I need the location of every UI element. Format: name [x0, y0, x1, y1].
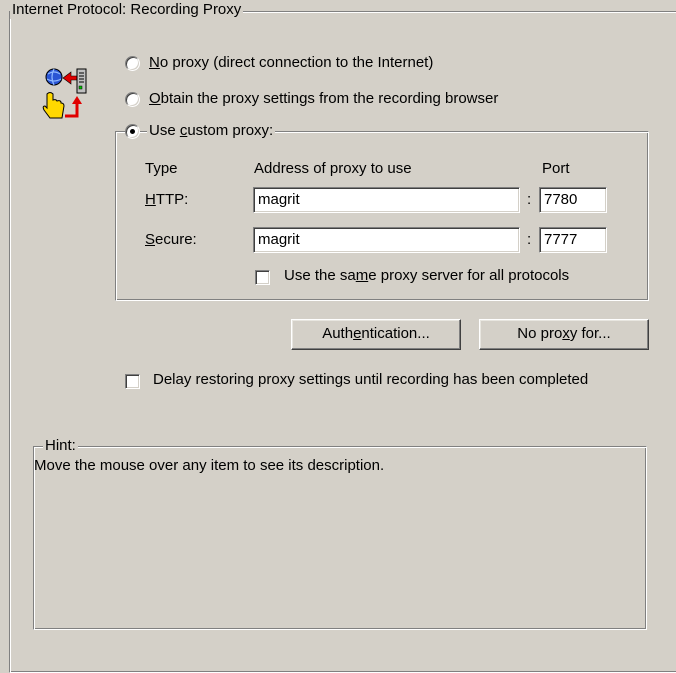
secure-address-input[interactable]: magrit — [253, 227, 520, 253]
custom-proxy-label-suffix: ustom proxy: — [187, 122, 274, 139]
http-label: HTTP: — [145, 191, 188, 209]
secure-port-separator: : — [527, 231, 532, 248]
no-proxy-radio[interactable] — [125, 56, 140, 71]
no-proxy-label[interactable]: No proxy (direct connection to the Inter… — [149, 54, 433, 72]
delay-restore-checkbox[interactable] — [125, 374, 140, 389]
no-proxy-for-button-prefix: No pro — [517, 325, 563, 342]
no-proxy-for-button-suffix: y for... — [569, 325, 611, 342]
secure-label: Secure: — [145, 231, 197, 249]
delay-restore-label[interactable]: Delay restoring proxy settings until rec… — [153, 371, 588, 389]
custom-proxy-label-prefix: Use — [149, 122, 180, 139]
secure-label-suffix: ecure: — [155, 231, 197, 248]
no-proxy-for-button[interactable]: No proxy for... — [479, 319, 649, 350]
obtain-proxy-label-suffix: btain the proxy settings from the record… — [160, 90, 499, 107]
http-label-suffix: TTP: — [155, 191, 189, 208]
custom-proxy-label[interactable]: Use custom proxy: — [147, 122, 276, 140]
custom-proxy-radio-dot — [130, 129, 135, 134]
http-port-input[interactable]: 7780 — [539, 187, 607, 213]
no-proxy-label-suffix: o proxy (direct connection to the Intern… — [159, 54, 434, 71]
port-column-header: Port — [542, 160, 570, 177]
obtain-proxy-label-key: O — [149, 90, 161, 107]
same-proxy-label[interactable]: Use the same proxy server for all protoc… — [284, 267, 569, 285]
same-proxy-checkbox[interactable] — [255, 270, 270, 285]
same-proxy-label-key: m — [355, 267, 369, 284]
secure-label-key: S — [145, 231, 156, 248]
type-column-header: Type — [145, 160, 178, 177]
authentication-button-prefix: Auth — [322, 325, 354, 342]
http-port-separator: : — [527, 191, 532, 208]
recording-proxy-group-title: Internet Protocol: Recording Proxy — [10, 1, 244, 19]
authentication-button-suffix: ntication... — [361, 325, 430, 342]
same-proxy-label-prefix: Use the sa — [284, 267, 356, 284]
no-proxy-for-button-key: x — [562, 325, 570, 342]
no-proxy-label-key: N — [149, 54, 160, 71]
http-address-input[interactable]: magrit — [253, 187, 520, 213]
obtain-proxy-radio[interactable] — [125, 92, 140, 107]
hint-text: Move the mouse over any item to see its … — [34, 457, 385, 474]
proxy-settings-icon — [41, 64, 89, 122]
obtain-proxy-label[interactable]: Obtain the proxy settings from the recor… — [149, 90, 498, 108]
secure-port-input[interactable]: 7777 — [539, 227, 607, 253]
http-label-key: H — [145, 191, 156, 208]
same-proxy-label-suffix: e proxy server for all protocols — [368, 267, 570, 284]
authentication-button[interactable]: Authentication... — [291, 319, 461, 350]
hint-title: Hint: — [43, 437, 78, 455]
custom-proxy-radio[interactable] — [125, 124, 140, 139]
address-column-header: Address of proxy to use — [254, 160, 412, 177]
